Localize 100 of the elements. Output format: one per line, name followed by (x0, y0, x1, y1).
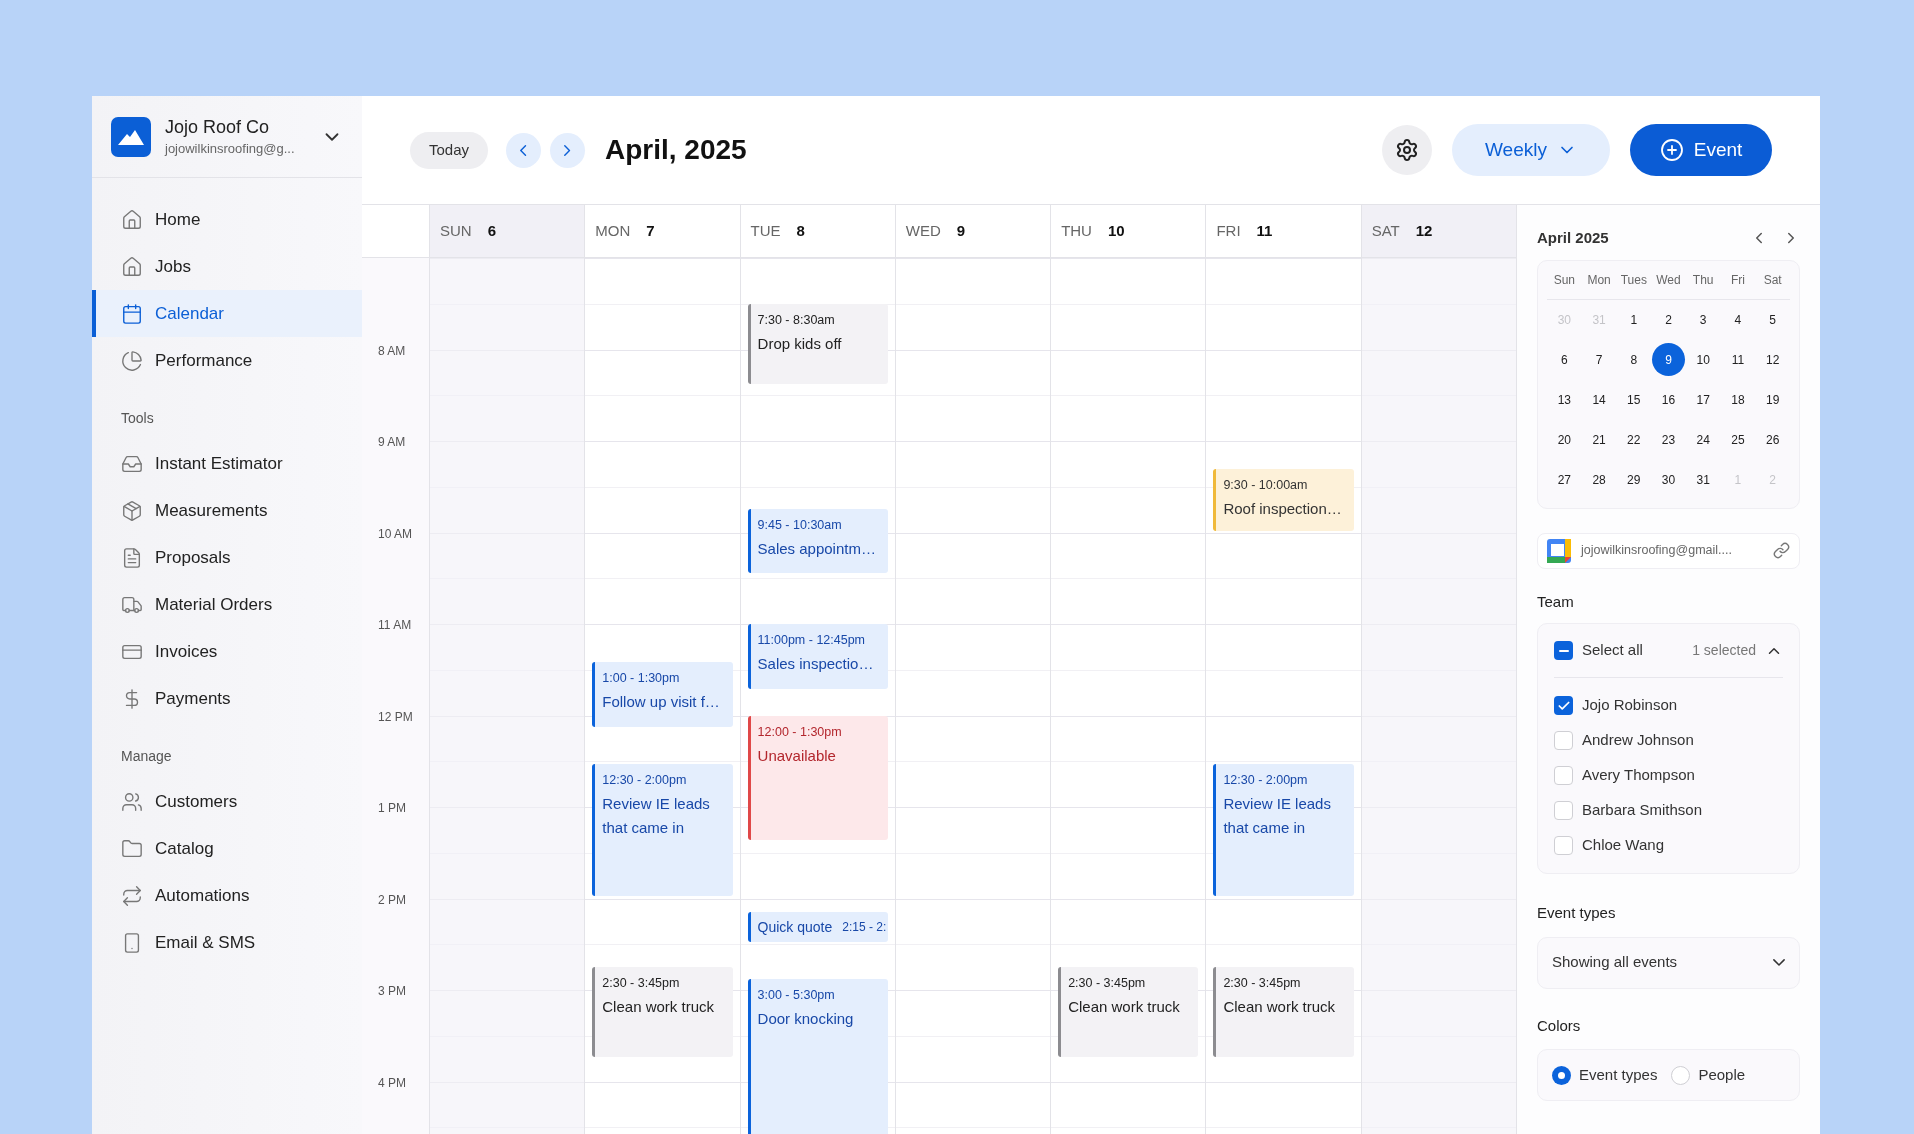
event-card[interactable]: 11:00pm - 12:45pm Sales inspectio… (747, 624, 888, 689)
hour-label: 3 PM (378, 983, 406, 1000)
hour-label: 12 PM (378, 708, 413, 726)
nav-item[interactable]: Proposals (92, 534, 362, 581)
date-cell[interactable]: 27 (1547, 463, 1581, 496)
date-cell[interactable]: 26 (1756, 423, 1790, 456)
date-cell[interactable]: 7 (1582, 343, 1616, 376)
nav-item[interactable]: Instant Estimator (92, 440, 362, 487)
date-cell[interactable]: 14 (1582, 383, 1616, 416)
nav-icon (121, 255, 143, 278)
day-date: 11 (1256, 220, 1273, 241)
linked-calendar[interactable]: jojowilkinsroofing@gmail.... (1537, 532, 1800, 569)
date-cell[interactable]: 5 (1756, 303, 1790, 336)
date-cell[interactable]: 13 (1547, 383, 1581, 416)
weekday-label: Sun (1552, 271, 1577, 289)
day-date: 7 (646, 220, 655, 241)
date-cell[interactable]: 8 (1617, 343, 1651, 376)
select-all-checkbox[interactable] (1554, 641, 1573, 660)
event-title: Clean work truck (602, 997, 715, 1017)
event-card[interactable]: Quick quote 2:15 - 2: (747, 912, 888, 942)
hour-label: 11 AM (378, 617, 412, 634)
team-label: Team (1537, 591, 1575, 612)
nav-item[interactable]: Automations (92, 872, 362, 919)
date-cell[interactable]: 15 (1617, 383, 1651, 416)
date-cell[interactable]: 10 (1686, 343, 1720, 376)
date-cell[interactable]: 3 (1686, 303, 1720, 336)
nav-item[interactable]: Measurements (92, 487, 362, 534)
nav-item[interactable]: Customers (92, 778, 362, 825)
event-time: 7:30 - 8:30am (757, 312, 836, 328)
nav-item[interactable]: Invoices (92, 628, 362, 675)
nav-item[interactable]: Calendar (92, 290, 362, 337)
member-checkbox[interactable] (1554, 836, 1573, 855)
color-mode-radio[interactable]: Event types (1552, 1063, 1658, 1087)
chevron-left-icon (520, 144, 527, 156)
nav-icon (121, 302, 143, 325)
date-cell[interactable]: 25 (1721, 423, 1755, 456)
link-icon[interactable] (1773, 542, 1790, 559)
event-title: Roof inspection… (1223, 499, 1343, 519)
event-card[interactable]: 9:30 - 10:00am Roof inspection… (1213, 469, 1354, 531)
date-cell[interactable]: 19 (1756, 383, 1790, 416)
view-dropdown[interactable]: Weekly (1452, 124, 1610, 176)
date-cell[interactable]: 17 (1686, 383, 1720, 416)
date-cell[interactable]: 2 (1652, 303, 1685, 336)
nav-item[interactable]: Catalog (92, 825, 362, 872)
date-cell[interactable]: 4 (1721, 303, 1755, 336)
nav-icon (121, 837, 143, 860)
member-checkbox[interactable] (1554, 696, 1573, 715)
weekday-label: Tues (1619, 271, 1648, 289)
event-card[interactable]: 3:00 - 5:30pm Door knocking (747, 979, 888, 1134)
date-cell[interactable]: 6 (1547, 343, 1581, 376)
date-cell[interactable]: 9 (1652, 343, 1685, 376)
nav-item[interactable]: Email & SMS (92, 919, 362, 966)
add-event-button[interactable]: Event (1630, 124, 1772, 176)
date-cell[interactable]: 21 (1582, 423, 1616, 456)
weekday-label: Mon (1586, 271, 1612, 289)
member-checkbox[interactable] (1554, 731, 1573, 750)
weekday-label: Fri (1729, 271, 1746, 289)
event-card[interactable]: 2:30 - 3:45pm Clean work truck (1213, 967, 1354, 1057)
color-mode-radio[interactable]: People (1671, 1063, 1746, 1087)
date-cell[interactable]: 23 (1652, 423, 1685, 456)
date-cell[interactable]: 12 (1756, 343, 1790, 376)
event-time: 9:45 - 10:30am (757, 517, 843, 533)
date-cell[interactable]: 18 (1721, 383, 1755, 416)
account-name: Jojo Roof Co (165, 115, 271, 139)
event-title: Door knocking (757, 1009, 855, 1029)
settings-button[interactable] (1382, 125, 1432, 175)
event-types-dropdown[interactable]: Showing all events (1537, 936, 1800, 989)
event-card[interactable]: 2:30 - 3:45pm Clean work truck (592, 967, 733, 1057)
event-card[interactable]: 7:30 - 8:30am Drop kids off (747, 304, 888, 384)
hour-label: 4 PM (378, 1074, 406, 1092)
event-card[interactable]: 2:30 - 3:45pm Clean work truck (1058, 967, 1199, 1057)
date-cell[interactable]: 1 (1617, 303, 1651, 336)
nav-item[interactable]: Performance (92, 337, 362, 384)
date-cell[interactable]: 16 (1652, 383, 1685, 416)
nav-item[interactable]: Jobs (92, 243, 362, 290)
event-title: Review IE leads that came in (1223, 794, 1332, 838)
nav-item[interactable]: Payments (92, 675, 362, 722)
member-checkbox[interactable] (1554, 801, 1573, 820)
plus-circle-icon (1659, 138, 1684, 162)
event-card[interactable]: 1:00 - 1:30pm Follow up visit f… (592, 662, 733, 727)
today-button[interactable]: Today (410, 131, 489, 169)
event-card[interactable]: 12:30 - 2:00pm Review IE leads that came in (1213, 764, 1354, 896)
day-date: 8 (796, 220, 805, 241)
event-card[interactable]: 12:00 - 1:30pm Unavailable (747, 716, 888, 840)
date-cell[interactable]: 28 (1582, 463, 1616, 496)
date-cell[interactable]: 31 (1686, 463, 1720, 496)
date-cell[interactable]: 20 (1547, 423, 1581, 456)
date-cell[interactable]: 29 (1617, 463, 1651, 496)
date-cell[interactable]: 24 (1686, 423, 1720, 456)
date-cell[interactable]: 11 (1721, 343, 1755, 376)
event-title: Quick quote (757, 917, 833, 937)
event-card[interactable]: 12:30 - 2:00pm Review IE leads that came in (592, 764, 733, 896)
event-time: 2:30 - 3:45pm (602, 975, 681, 991)
nav-item[interactable]: Home (92, 196, 362, 243)
member-checkbox[interactable] (1554, 766, 1573, 785)
nav-item[interactable]: Material Orders (92, 581, 362, 628)
event-card[interactable]: 9:45 - 10:30am Sales appointm… (747, 509, 888, 573)
date-cell[interactable]: 22 (1617, 423, 1651, 456)
date-cell[interactable]: 30 (1652, 463, 1685, 496)
event-title: Clean work truck (1223, 997, 1337, 1017)
